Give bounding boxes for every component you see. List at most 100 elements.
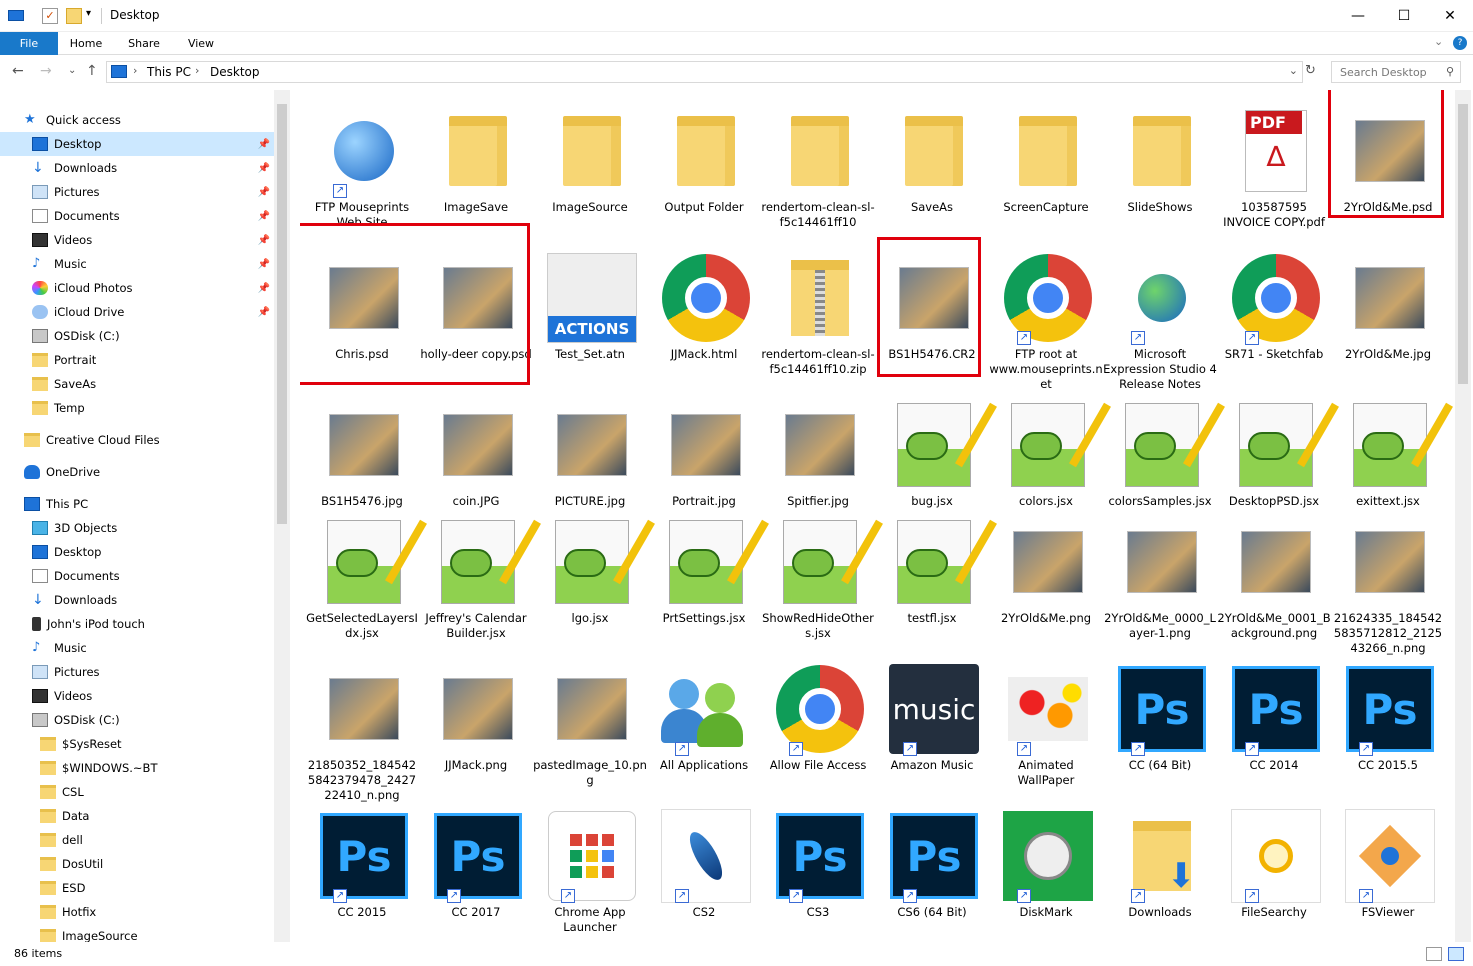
pin-icon[interactable]: 📌 bbox=[258, 187, 270, 198]
sidebar-item[interactable]: Videos 📌 bbox=[0, 228, 274, 252]
tab-home[interactable]: Home bbox=[60, 32, 112, 55]
sidebar-item[interactable]: SaveAs bbox=[0, 372, 274, 396]
sidebar-item[interactable]: iCloud Drive 📌 bbox=[0, 300, 274, 324]
sidebar-item[interactable]: Pictures bbox=[0, 660, 274, 684]
sidebar-item[interactable]: Documents bbox=[0, 564, 274, 588]
file-name: rendertom-clean-sl-f5c14461ff10.zip bbox=[761, 347, 875, 376]
folder-icon bbox=[40, 905, 56, 919]
sidebar-item[interactable]: DosUtil bbox=[0, 852, 274, 876]
back-arrow-icon[interactable]: ← bbox=[12, 63, 24, 79]
expand-ribbon-icon[interactable]: ⌄ bbox=[1434, 35, 1443, 48]
sidebar-item[interactable]: This PC bbox=[0, 492, 274, 516]
sidebar-item[interactable]: dell bbox=[0, 828, 274, 852]
sidebar-item[interactable]: ♪ Music 📌 bbox=[0, 252, 274, 276]
nav-scrollbar-thumb[interactable] bbox=[277, 104, 287, 524]
sidebar-item[interactable]: OSDisk (C:) bbox=[0, 324, 274, 348]
image-thumbnail bbox=[319, 664, 409, 754]
folder-icon bbox=[32, 401, 48, 415]
diskmark-icon: ↗ bbox=[1003, 811, 1093, 903]
pin-icon[interactable]: 📌 bbox=[258, 211, 270, 222]
sidebar-item[interactable]: CSL bbox=[0, 780, 274, 804]
file-name: Amazon Music bbox=[890, 758, 974, 772]
pin-icon[interactable]: 📌 bbox=[258, 259, 270, 270]
pin-icon[interactable]: 📌 bbox=[258, 307, 270, 318]
up-arrow-icon[interactable]: ↑ bbox=[86, 63, 98, 79]
chevron-down-icon[interactable]: ▾ bbox=[86, 8, 102, 24]
file-name: 2YrOld&Me.png bbox=[1000, 611, 1092, 625]
folder-icon bbox=[889, 106, 979, 196]
file-name: CC (64 Bit) bbox=[1128, 758, 1192, 772]
videos-icon bbox=[32, 233, 48, 247]
pictures-icon bbox=[32, 665, 48, 679]
sidebar-item[interactable]: $WINDOWS.~BT bbox=[0, 756, 274, 780]
pin-icon[interactable]: 📌 bbox=[258, 283, 270, 294]
flowers-icon: ↗ bbox=[1003, 664, 1093, 756]
shortcut-arrow-icon: ↗ bbox=[1131, 889, 1145, 903]
properties-icon[interactable]: ✓ bbox=[42, 8, 58, 24]
sidebar-item[interactable]: $SysReset bbox=[0, 732, 274, 756]
pin-icon[interactable]: 📌 bbox=[258, 139, 270, 150]
tab-file[interactable]: File bbox=[0, 32, 58, 55]
pin-icon[interactable]: 📌 bbox=[258, 163, 270, 174]
notepad-plus-icon bbox=[1117, 400, 1225, 490]
desktop-icon bbox=[32, 545, 48, 559]
breadcrumb-this-pc[interactable]: This PC bbox=[147, 65, 191, 79]
recent-chevron-icon[interactable]: ⌄ bbox=[68, 65, 76, 76]
close-button[interactable]: ✕ bbox=[1427, 0, 1473, 32]
help-icon[interactable]: ? bbox=[1453, 36, 1467, 50]
sidebar-item[interactable]: ESD bbox=[0, 876, 274, 900]
sidebar-item[interactable]: ★ Quick access bbox=[0, 108, 274, 132]
highlight-box bbox=[300, 223, 530, 385]
sidebar-item[interactable]: Temp bbox=[0, 396, 274, 420]
address-bar[interactable]: › This PC › Desktop ⌄ bbox=[106, 61, 1303, 83]
file-name: 21624335_1845425835712812_212543266_n.pn… bbox=[1333, 611, 1443, 655]
image-thumbnail bbox=[775, 400, 865, 490]
details-view-icon[interactable] bbox=[1426, 947, 1442, 961]
sidebar-item[interactable]: ↓ Downloads 📌 bbox=[0, 156, 274, 180]
refresh-icon[interactable]: ↻ bbox=[1305, 63, 1316, 78]
search-input[interactable]: Search Desktop ⚲ bbox=[1331, 61, 1461, 83]
sidebar-item[interactable]: ImageSource bbox=[0, 924, 274, 942]
address-dropdown-icon[interactable]: ⌄ bbox=[1289, 64, 1298, 77]
sidebar-item[interactable]: Videos bbox=[0, 684, 274, 708]
sidebar-item[interactable]: OSDisk (C:) bbox=[0, 708, 274, 732]
sidebar-item[interactable]: Hotfix bbox=[0, 900, 274, 924]
sidebar-item-label: Videos bbox=[54, 689, 93, 703]
sidebar-item[interactable]: Desktop 📌 bbox=[0, 132, 274, 156]
maximize-button[interactable]: ☐ bbox=[1381, 0, 1427, 32]
navigation-pane: ★ Quick access Desktop 📌 ↓ Downloads 📌 Pictures… bbox=[0, 90, 290, 942]
sidebar-item[interactable]: Documents 📌 bbox=[0, 204, 274, 228]
sidebar-item[interactable]: ↓ Downloads bbox=[0, 588, 274, 612]
sidebar-item-label: $SysReset bbox=[62, 737, 122, 751]
sidebar-item[interactable]: 3D Objects bbox=[0, 516, 274, 540]
sidebar-item[interactable]: Pictures 📌 bbox=[0, 180, 274, 204]
forward-arrow-icon[interactable]: → bbox=[40, 63, 52, 79]
pin-icon[interactable]: 📌 bbox=[258, 235, 270, 246]
sidebar-item-label: Music bbox=[54, 257, 87, 271]
nav-scrollbar[interactable] bbox=[274, 90, 290, 942]
tab-share[interactable]: Share bbox=[118, 32, 170, 55]
breadcrumb-desktop[interactable]: Desktop bbox=[210, 65, 260, 79]
file-name: colorsSamples.jsx bbox=[1108, 494, 1212, 508]
image-thumbnail bbox=[1231, 517, 1321, 607]
new-folder-icon[interactable] bbox=[66, 8, 82, 24]
content-scrollbar-thumb[interactable] bbox=[1458, 104, 1468, 384]
sidebar-item[interactable]: ♪ Music bbox=[0, 636, 274, 660]
sidebar-item-label: ImageSource bbox=[62, 929, 138, 942]
sidebar-item-label: Data bbox=[62, 809, 90, 823]
sidebar-item[interactable]: OneDrive bbox=[0, 460, 274, 484]
minimize-button[interactable]: — bbox=[1335, 0, 1381, 32]
file-name: ShowRedHideOthers.jsx bbox=[762, 611, 874, 640]
content-scrollbar[interactable] bbox=[1455, 90, 1471, 942]
sidebar-item[interactable]: Data bbox=[0, 804, 274, 828]
sidebar-item[interactable]: iCloud Photos 📌 bbox=[0, 276, 274, 300]
file-name: 2YrOld&Me.jpg bbox=[1344, 347, 1432, 361]
sidebar-item[interactable]: Desktop bbox=[0, 540, 274, 564]
tab-view[interactable]: View bbox=[176, 32, 226, 55]
sidebar-item[interactable]: Portrait bbox=[0, 348, 274, 372]
large-icons-view-icon[interactable] bbox=[1448, 947, 1464, 961]
sidebar-item-label: OSDisk (C:) bbox=[54, 329, 120, 343]
notepad-plus-icon bbox=[1345, 400, 1453, 490]
sidebar-item[interactable]: Creative Cloud Files bbox=[0, 428, 274, 452]
sidebar-item[interactable]: John's iPod touch bbox=[0, 612, 274, 636]
